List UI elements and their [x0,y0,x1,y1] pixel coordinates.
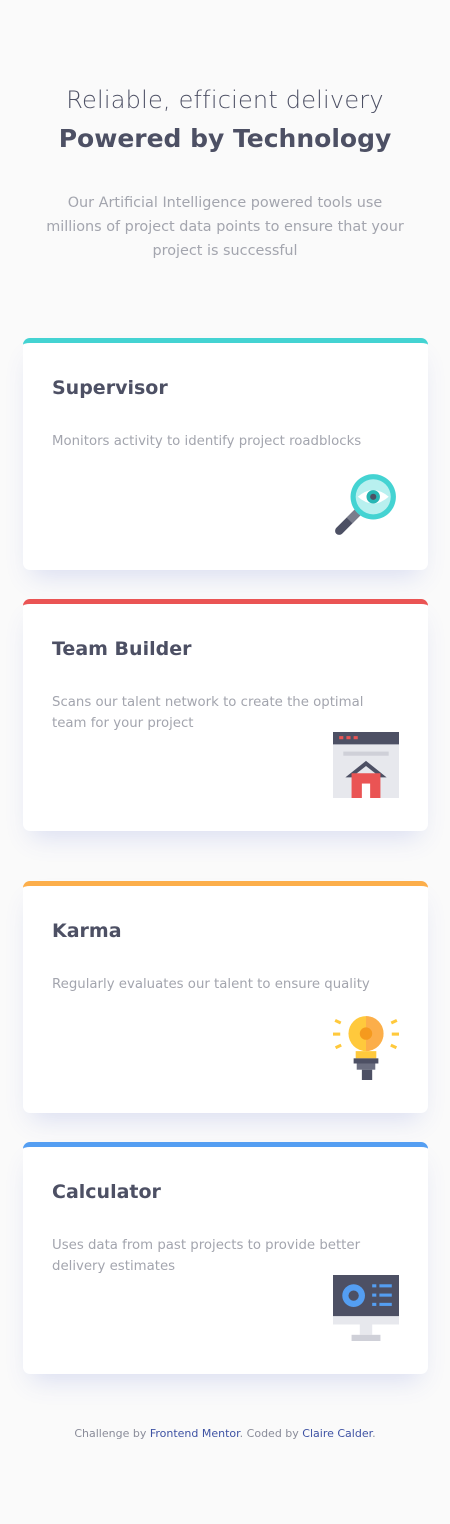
attribution-prefix: Challenge by [74,1427,147,1440]
card-text: Scans our talent network to create the o… [52,695,364,731]
page-title-bold: Powered by Technology [58,124,392,153]
karma-lightbulb-icon [333,1014,399,1080]
attribution-middle: . Coded by [239,1427,299,1440]
attribution-footer: Challenge by Frontend Mentor. Coded by C… [0,1427,450,1440]
page-header: Reliable, efficient delivery Powered by … [0,84,450,263]
card-text: Uses data from past projects to provide … [52,1238,361,1274]
frontend-mentor-link[interactable]: Frontend Mentor [150,1427,240,1440]
card-calculator: Calculator Uses data from past projects … [23,1142,428,1374]
card-title: Supervisor [52,377,168,399]
card-text: Regularly evaluates our talent to ensure… [52,977,370,992]
author-link[interactable]: Claire Calder [302,1427,372,1440]
card-title: Team Builder [52,638,192,660]
calculator-monitor-icon [333,1275,399,1341]
team-builder-window-icon [333,732,399,798]
supervisor-magnifier-icon [333,471,399,537]
card-karma: Karma Regularly evaluates our talent to … [23,881,428,1113]
attribution-suffix: . [372,1427,376,1440]
intro-text: Our Artificial Intelligence powered tool… [46,195,404,259]
card-title: Karma [52,920,122,942]
card-supervisor: Supervisor Monitors activity to identify… [23,338,428,570]
card-team-builder: Team Builder Scans our talent network to… [23,599,428,831]
card-text: Monitors activity to identify project ro… [52,434,362,449]
page-title-light: Reliable, efficient delivery [66,86,384,114]
card-title: Calculator [52,1181,161,1203]
